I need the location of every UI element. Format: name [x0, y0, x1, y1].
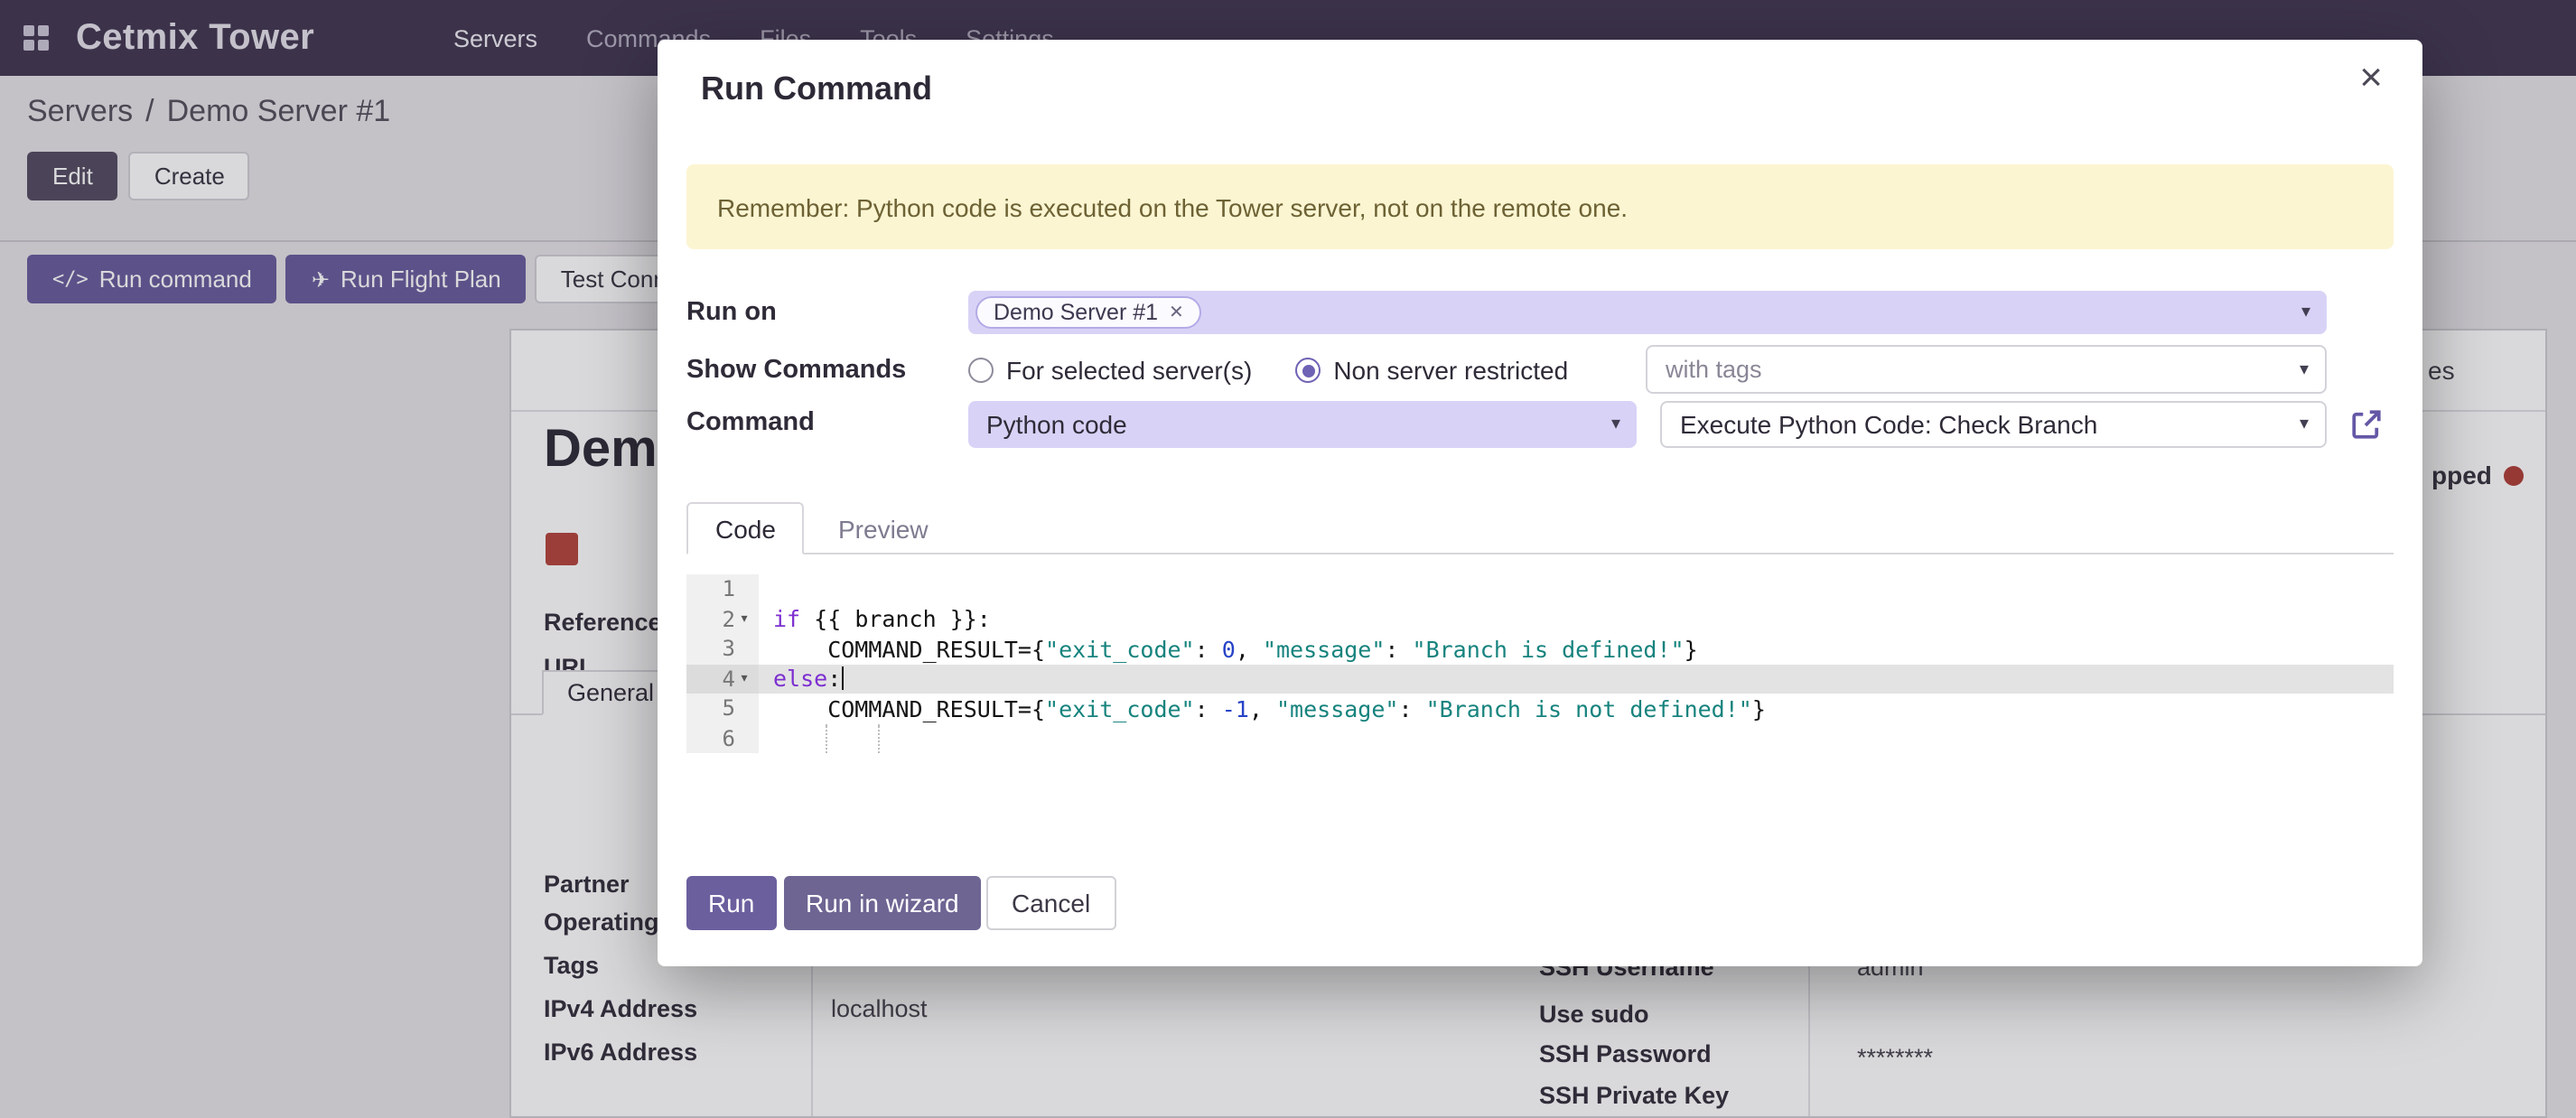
radio-non-server-restricted[interactable]: Non server restricted — [1295, 356, 1568, 385]
external-link-icon[interactable] — [2348, 406, 2385, 443]
chevron-down-icon: ▾ — [2300, 415, 2309, 434]
with-tags-select[interactable]: with tags ▾ — [1646, 345, 2327, 394]
with-tags-placeholder: with tags — [1666, 356, 1762, 383]
radio-non-server-restricted-label: Non server restricted — [1333, 356, 1568, 385]
stage: Cetmix Tower Servers Commands Files Tool… — [0, 0, 2576, 1118]
tab-preview[interactable]: Preview — [813, 502, 954, 554]
indent-guide — [878, 724, 880, 753]
line-number: 3 — [723, 637, 735, 662]
run-command-modal: Run Command × Remember: Python code is e… — [658, 40, 2422, 966]
line-number: 5 — [723, 696, 735, 722]
server-tag-label: Demo Server #1 — [994, 300, 1158, 325]
line-number: 2 — [723, 607, 735, 632]
radio-unselected-icon — [968, 358, 994, 383]
viewport: Cetmix Tower Servers Commands Files Tool… — [0, 0, 2576, 1118]
command-type-select[interactable]: Python code ▾ — [968, 401, 1637, 448]
run-on-select[interactable]: Demo Server #1 ✕ ▾ — [968, 291, 2327, 334]
fold-icon[interactable]: ▾ — [735, 610, 753, 629]
server-tag[interactable]: Demo Server #1 ✕ — [975, 296, 1202, 329]
code-editor[interactable]: 1 2▾ if {{ branch }}: 3 COMMAND_RESULT={… — [686, 574, 2394, 753]
show-commands-label: Show Commands — [686, 356, 906, 385]
warning-alert-text: Remember: Python code is executed on the… — [717, 192, 1628, 221]
editor-line-4-active[interactable]: 4▾ else: — [686, 664, 2394, 694]
radio-for-selected-servers[interactable]: For selected server(s) — [968, 356, 1252, 385]
chevron-down-icon: ▾ — [1611, 415, 1620, 434]
line-number: 4 — [723, 666, 735, 692]
editor-line-1[interactable]: 1 — [686, 574, 2394, 604]
chevron-down-icon: ▾ — [2301, 303, 2310, 322]
command-label: Command — [686, 408, 815, 437]
tag-remove-icon[interactable]: ✕ — [1169, 303, 1184, 322]
fold-icon[interactable]: ▾ — [735, 670, 753, 688]
text-cursor — [841, 667, 844, 691]
close-icon[interactable]: × — [2359, 58, 2383, 98]
tab-code[interactable]: Code — [686, 502, 805, 554]
editor-line-3[interactable]: 3 COMMAND_RESULT={"exit_code": 0, "messa… — [686, 634, 2394, 664]
command-value: Execute Python Code: Check Branch — [1680, 410, 2097, 439]
command-select[interactable]: Execute Python Code: Check Branch ▾ — [1660, 401, 2327, 448]
tab-divider — [686, 553, 2394, 554]
radio-for-selected-servers-label: For selected server(s) — [1006, 356, 1252, 385]
run-button[interactable]: Run — [686, 876, 776, 930]
line-number: 6 — [723, 726, 735, 751]
editor-line-5[interactable]: 5 COMMAND_RESULT={"exit_code": -1, "mess… — [686, 694, 2394, 723]
warning-alert: Remember: Python code is executed on the… — [686, 164, 2394, 249]
editor-line-2[interactable]: 2▾ if {{ branch }}: — [686, 604, 2394, 634]
run-in-wizard-button[interactable]: Run in wizard — [784, 876, 981, 930]
indent-guide — [826, 724, 827, 753]
cancel-button[interactable]: Cancel — [986, 876, 1115, 930]
modal-title: Run Command — [701, 70, 932, 108]
line-number: 1 — [723, 577, 735, 602]
radio-selected-icon — [1295, 358, 1321, 383]
chevron-down-icon: ▾ — [2300, 359, 2309, 379]
editor-line-6[interactable]: 6 — [686, 723, 2394, 753]
command-type-value: Python code — [986, 410, 1127, 439]
show-commands-radio-group: For selected server(s) Non server restri… — [968, 352, 1568, 388]
run-on-label: Run on — [686, 298, 777, 327]
